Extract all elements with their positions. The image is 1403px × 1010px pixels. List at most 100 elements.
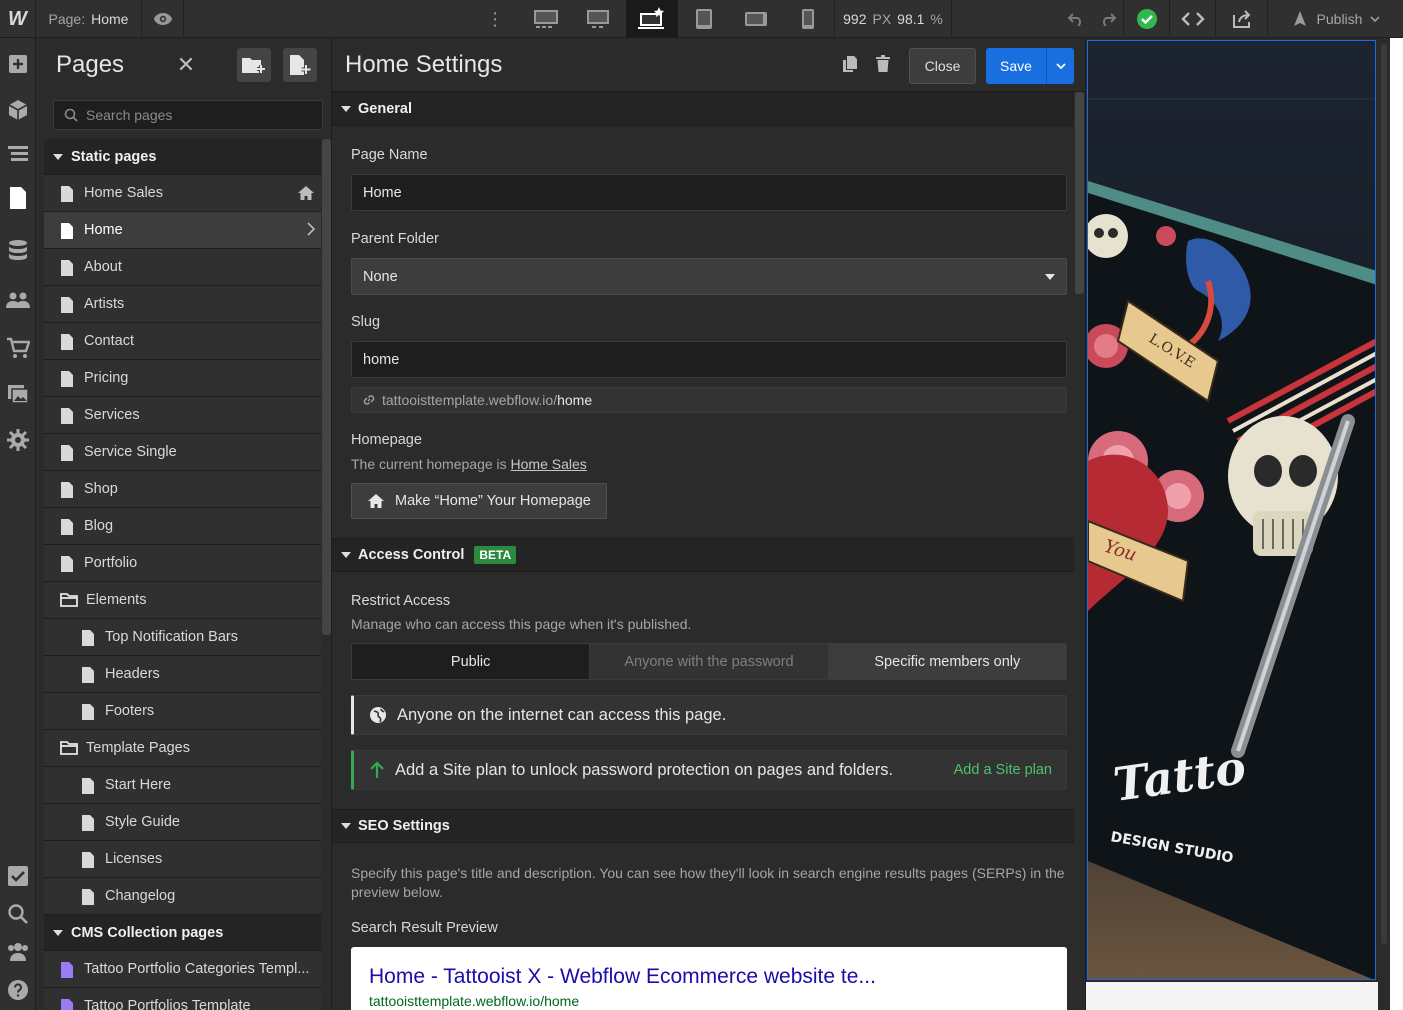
page-label: Tattoo Portfolio Categories Templ... <box>84 961 310 977</box>
breakpoint-desktop-base-icon[interactable] <box>626 0 678 38</box>
publish-label: Publish <box>1316 11 1363 27</box>
search-pages-field[interactable] <box>53 100 323 130</box>
search-icon[interactable] <box>0 896 36 932</box>
page-label: Shop <box>84 481 118 497</box>
navigator-icon[interactable] <box>0 136 36 172</box>
page-row[interactable]: Portfolio <box>44 545 321 582</box>
folder-row[interactable]: Elements <box>44 582 321 619</box>
add-page-button[interactable] <box>283 48 317 82</box>
symbols-box-icon[interactable] <box>0 92 36 128</box>
page-row[interactable]: Shop <box>44 471 321 508</box>
access-option-public[interactable]: Public <box>352 644 591 679</box>
access-option-password[interactable]: Anyone with the password <box>590 644 829 679</box>
save-button[interactable]: Save <box>986 48 1046 84</box>
add-folder-button[interactable] <box>237 48 271 82</box>
cms-page-icon <box>60 999 74 1010</box>
add-element-icon[interactable] <box>0 46 36 82</box>
cms-page-row[interactable]: Tattoo Portfolios Template <box>44 988 321 1010</box>
more-options-icon[interactable]: ⋮ <box>470 0 520 38</box>
collapse-triangle-icon <box>341 106 351 112</box>
make-homepage-button[interactable]: Make “Home” Your Homepage <box>351 483 607 519</box>
delete-page-icon[interactable] <box>876 55 890 73</box>
static-pages-section[interactable]: Static pages <box>44 139 321 175</box>
cms-database-icon[interactable] <box>0 232 36 268</box>
breakpoint-desktop-l-icon[interactable] <box>572 0 624 38</box>
folder-row[interactable]: Template Pages <box>44 730 321 767</box>
help-question-icon[interactable] <box>0 972 36 1008</box>
ecommerce-cart-icon[interactable] <box>0 330 36 366</box>
redo-icon[interactable] <box>1092 0 1124 38</box>
page-row[interactable]: Blog <box>44 508 321 545</box>
parent-folder-select[interactable]: None <box>351 258 1067 295</box>
page-row[interactable]: Contact <box>44 323 321 360</box>
page-name-input[interactable]: Home <box>351 174 1067 211</box>
add-site-plan-link[interactable]: Add a Site plan <box>954 762 1052 778</box>
slug-input[interactable]: home <box>351 341 1067 378</box>
page-icon <box>81 815 95 835</box>
page-row[interactable]: Services <box>44 397 321 434</box>
code-export-icon[interactable] <box>1170 0 1216 38</box>
designer-canvas[interactable]: L.O.V.E You Tatto DESIGN STUDIO <box>1086 38 1403 1010</box>
page-row[interactable]: Start Here <box>44 767 321 804</box>
page-label: Contact <box>84 333 134 349</box>
site-status-check-icon[interactable] <box>1124 0 1170 38</box>
close-icon[interactable]: ✕ <box>174 53 198 77</box>
users-icon[interactable] <box>0 282 36 318</box>
page-row[interactable]: Footers <box>44 693 321 730</box>
page-row[interactable]: Service Single <box>44 434 321 471</box>
right-panel-edge <box>1390 38 1403 1010</box>
folder-icon <box>60 593 78 611</box>
publish-button[interactable]: Publish <box>1268 0 1403 38</box>
close-button[interactable]: Close <box>909 48 976 84</box>
share-export-icon[interactable] <box>1216 0 1268 38</box>
settings-scrollbar[interactable] <box>1075 92 1084 294</box>
canvas-page-preview[interactable]: L.O.V.E You Tatto DESIGN STUDIO <box>1087 40 1376 980</box>
search-result-preview-label: Search Result Preview <box>351 920 498 936</box>
page-row[interactable]: Changelog <box>44 878 321 915</box>
access-control-section-header[interactable]: Access Control BETA <box>332 538 1074 572</box>
seo-section-header[interactable]: SEO Settings <box>332 809 1074 843</box>
cms-page-row[interactable]: Tattoo Portfolio Categories Templ... <box>44 951 321 988</box>
canvas-scrollbar[interactable] <box>1378 38 1390 1010</box>
tasks-checklist-icon[interactable] <box>0 858 36 894</box>
general-section-header[interactable]: General <box>332 92 1074 126</box>
chevron-right-icon[interactable] <box>307 222 316 240</box>
public-access-text: Anyone on the internet can access this p… <box>397 705 727 724</box>
page-row[interactable]: Headers <box>44 656 321 693</box>
page-row[interactable]: Style Guide <box>44 804 321 841</box>
canvas-width-value: 992 <box>843 11 867 27</box>
breakpoint-mobile-portrait-icon[interactable] <box>782 0 834 38</box>
current-homepage-link[interactable]: Home Sales <box>511 456 587 472</box>
pages-panel: Pages ✕ Static pages Home Sales Home About… <box>36 38 332 1010</box>
breakpoint-mobile-landscape-icon[interactable] <box>730 0 782 38</box>
rocket-icon <box>1293 11 1306 26</box>
pages-scrollbar[interactable] <box>322 139 331 635</box>
page-icon <box>60 408 74 428</box>
save-options-button[interactable] <box>1046 48 1074 84</box>
home-icon <box>368 494 384 508</box>
section-label: CMS Collection pages <box>71 924 224 941</box>
access-option-members[interactable]: Specific members only <box>828 644 1066 679</box>
assets-images-icon[interactable] <box>0 376 36 412</box>
breakpoint-tablet-icon[interactable] <box>678 0 730 38</box>
beta-badge: BETA <box>474 546 517 564</box>
page-row[interactable]: Home Sales <box>44 175 321 212</box>
breakpoint-desktop-xl-icon[interactable] <box>520 0 572 38</box>
page-row[interactable]: Top Notification Bars <box>44 619 321 656</box>
cms-pages-section[interactable]: CMS Collection pages <box>44 915 321 951</box>
pages-icon[interactable] <box>0 180 36 216</box>
settings-gear-icon[interactable] <box>0 422 36 458</box>
page-row[interactable]: About <box>44 249 321 286</box>
page-row[interactable]: Artists <box>44 286 321 323</box>
page-row[interactable]: Licenses <box>44 841 321 878</box>
search-pages-input[interactable] <box>86 107 306 123</box>
page-label: About <box>84 259 122 275</box>
collaborators-icon[interactable] <box>0 934 36 970</box>
page-row[interactable]: Pricing <box>44 360 321 397</box>
preview-eye-icon[interactable] <box>142 0 184 38</box>
undo-icon[interactable] <box>1060 0 1092 38</box>
current-page-selector[interactable]: Page: Home <box>36 0 142 38</box>
page-row[interactable]: Home <box>44 212 321 249</box>
duplicate-page-icon[interactable] <box>842 55 858 73</box>
webflow-logo[interactable]: W <box>0 0 36 38</box>
